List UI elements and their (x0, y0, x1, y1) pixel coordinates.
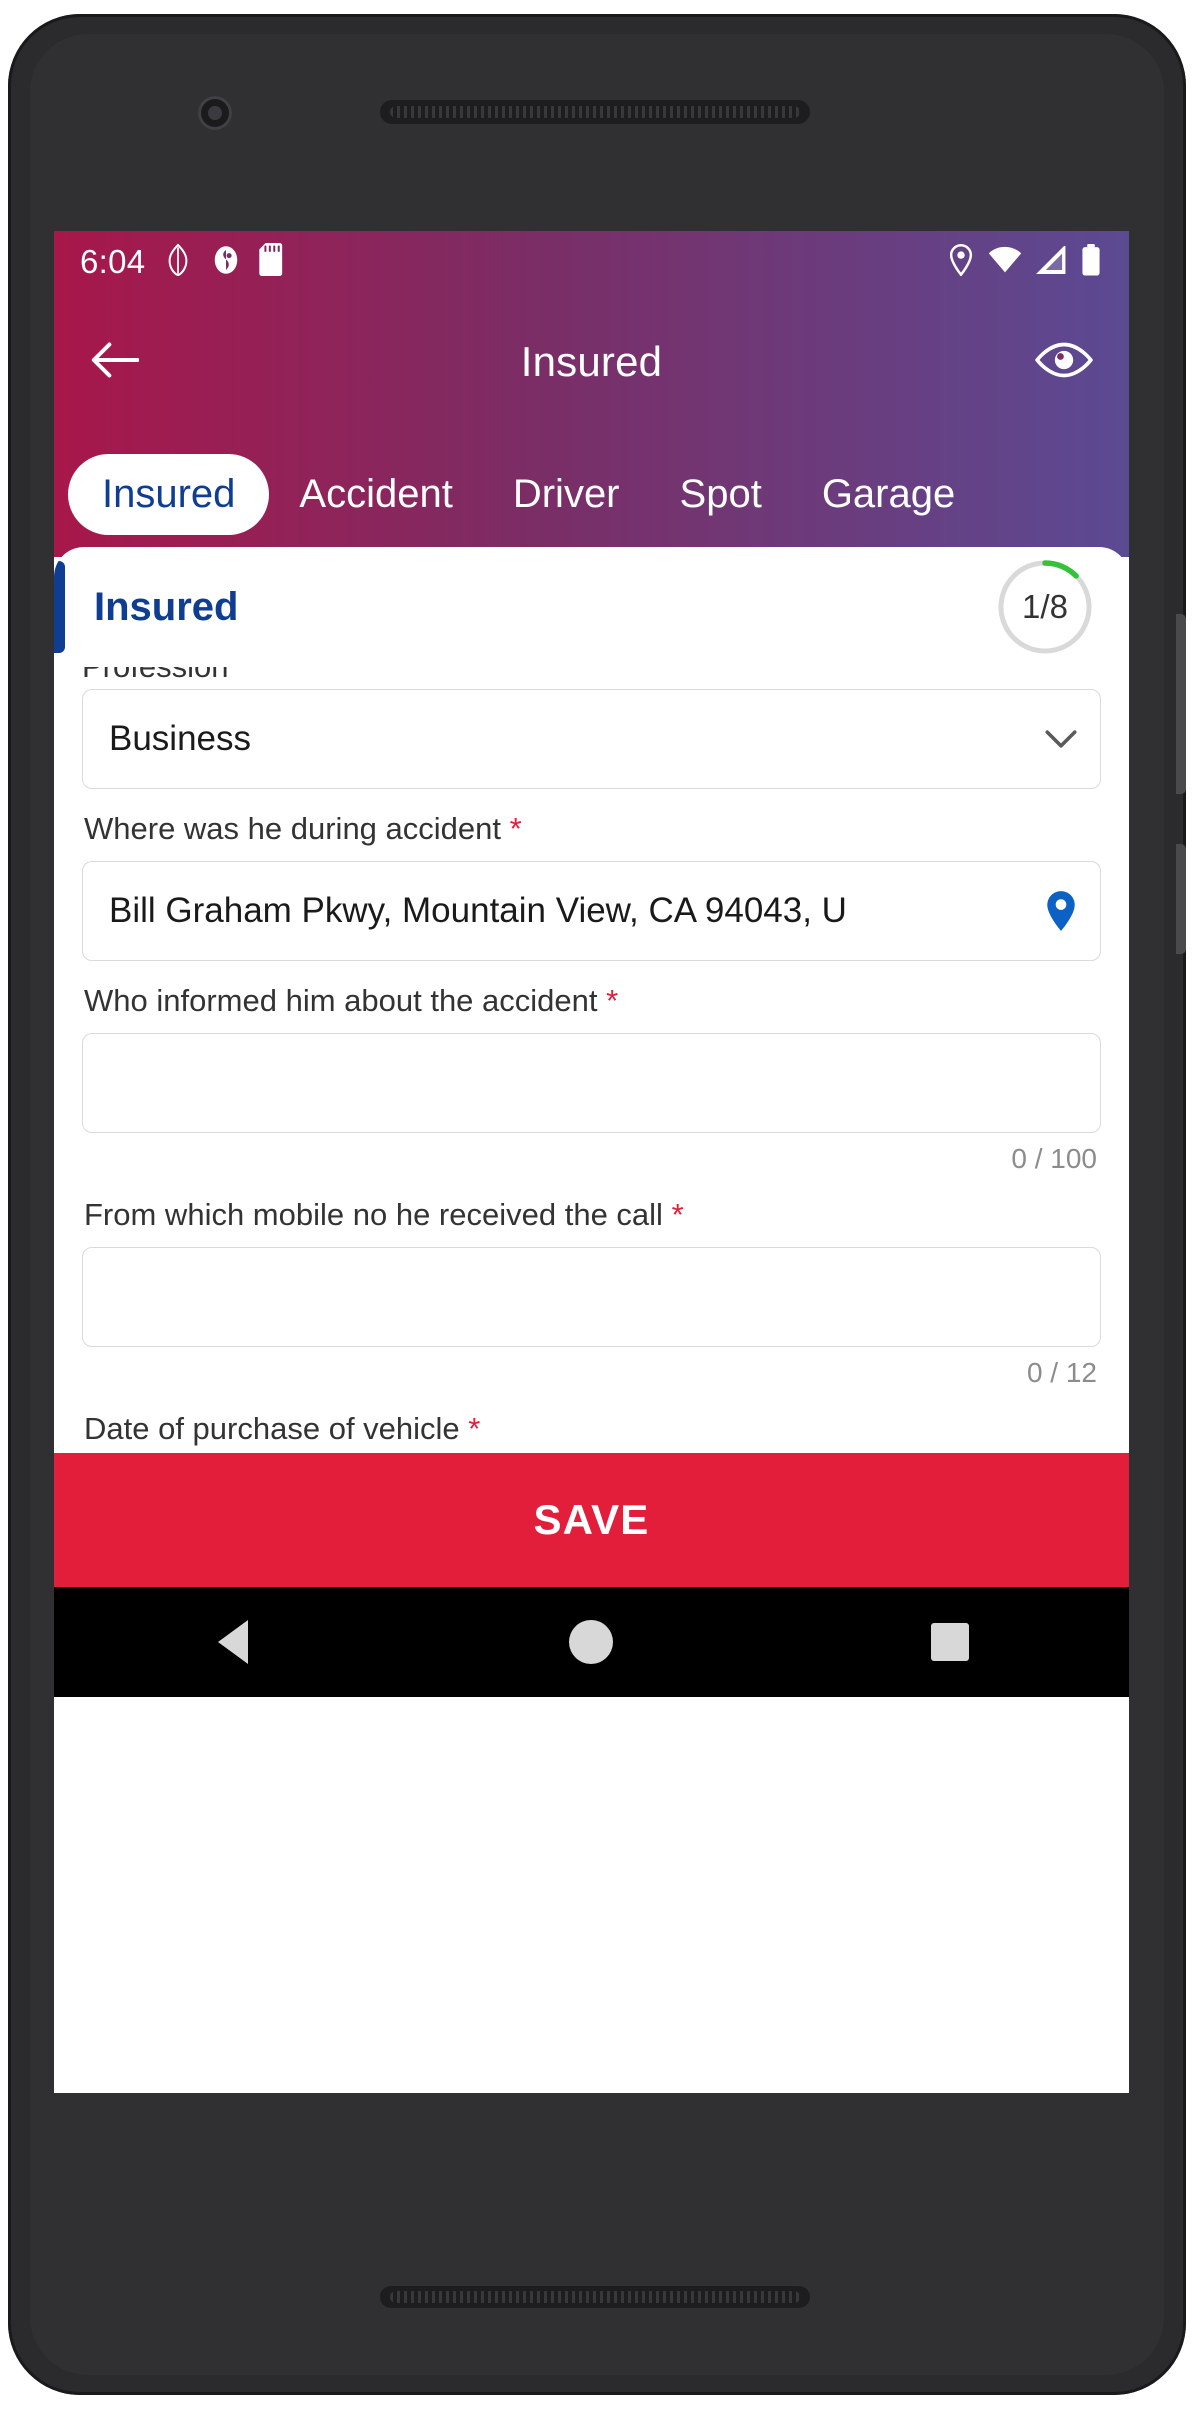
nav-home-icon (569, 1620, 614, 1664)
field-informer-mobile: From which mobile no he received the cal… (82, 1197, 1101, 1389)
preview-button[interactable] (1029, 327, 1099, 397)
save-button-label: SAVE (533, 1496, 650, 1543)
save-button[interactable]: SAVE (54, 1453, 1129, 1587)
android-nav-bar (54, 1587, 1129, 1697)
field-label-text: Where was he during accident (84, 811, 502, 846)
required-marker: * (671, 1197, 684, 1232)
accident-location-input[interactable]: Bill Graham Pkwy, Mountain View, CA 9404… (82, 861, 1101, 961)
app-bar: Insured (54, 293, 1129, 431)
progress-current: 1 (1022, 588, 1041, 625)
tab-spot[interactable]: Spot (650, 456, 792, 533)
chevron-down-icon[interactable] (1044, 728, 1078, 750)
phone-frame: 6:04 Insured Insured Accident Driver Spo… (0, 0, 1194, 2409)
location-icon (948, 243, 974, 281)
section-title: Insured (94, 584, 239, 629)
nav-recents-button[interactable] (905, 1597, 995, 1687)
status-bar-clock: 6:04 (80, 243, 146, 280)
field-label: From which mobile no he received the cal… (84, 1197, 1101, 1233)
leaf-icon (163, 243, 193, 282)
page-title: Insured (520, 338, 663, 385)
nav-recents-icon (930, 1623, 969, 1661)
section-header: Insured 1 / 8 (54, 547, 1129, 667)
field-label: Where was he during accident * (84, 811, 1101, 847)
bottom-speaker (380, 2286, 810, 2308)
field-label: Who informed him about the accident * (84, 983, 1101, 1019)
tab-label: Garage (821, 471, 956, 516)
phone-screen: 6:04 Insured Insured Accident Driver Spo… (54, 231, 1129, 2093)
required-marker: * (468, 1411, 481, 1446)
battery-icon (1081, 243, 1101, 281)
field-label-text: From which mobile no he received the cal… (84, 1197, 663, 1232)
required-marker: * (606, 983, 619, 1018)
progress-total: 8 (1049, 588, 1068, 625)
field-informer-name: Who informed him about the accident * 0 … (82, 983, 1101, 1175)
field-label-text: Date of purchase of vehicle (84, 1411, 460, 1446)
arrow-left-icon (91, 340, 140, 385)
content-card: Insured 1 / 8 Profe (54, 547, 1129, 1697)
nav-home-button[interactable] (546, 1597, 636, 1687)
earpiece-speaker (380, 100, 810, 124)
required-marker: * (509, 811, 522, 846)
tab-label: Spot (679, 471, 762, 516)
tab-label: Driver (512, 471, 620, 516)
nav-back-button[interactable] (188, 1597, 278, 1687)
tab-driver[interactable]: Driver (483, 456, 650, 533)
profession-value: Business (109, 719, 252, 758)
wifi-icon (988, 246, 1022, 279)
nav-back-icon (218, 1620, 249, 1664)
tab-strip[interactable]: Insured Accident Driver Spot Garage (54, 431, 1129, 557)
field-label-text: Who informed him about the accident (84, 983, 598, 1018)
accident-location-value: Bill Graham Pkwy, Mountain View, CA 9404… (109, 891, 847, 930)
status-bar: 6:04 (54, 231, 1129, 293)
progress-separator: / (1040, 588, 1050, 625)
back-button[interactable] (84, 331, 146, 393)
field-accident-location: Where was he during accident * Bill Grah… (82, 811, 1101, 961)
informer-mobile-counter: 0 / 12 (1026, 1357, 1097, 1388)
front-camera (198, 96, 232, 130)
tab-label: Insured (102, 471, 236, 516)
informer-name-counter: 0 / 100 (1011, 1143, 1097, 1174)
map-pin-icon[interactable] (1044, 890, 1078, 932)
eye-icon (1033, 340, 1095, 385)
volume-button[interactable] (1176, 614, 1186, 794)
tab-accident[interactable]: Accident (269, 456, 482, 533)
field-profession-label-clip: Profession (82, 667, 1101, 689)
field-label: Profession (82, 667, 228, 685)
cellular-signal-icon (1036, 244, 1067, 279)
status-bar-left: 6:04 (80, 243, 285, 282)
sd-card-icon (259, 243, 285, 281)
tab-label: Accident (299, 471, 453, 516)
do-not-disturb-icon (211, 243, 241, 282)
informer-mobile-input[interactable] (82, 1247, 1101, 1347)
progress-ring: 1 / 8 (995, 557, 1095, 657)
tab-insured[interactable]: Insured (68, 453, 270, 535)
profession-dropdown[interactable]: Business (82, 689, 1101, 789)
informer-name-input[interactable] (82, 1033, 1101, 1133)
tab-garage[interactable]: Garage (792, 456, 985, 533)
progress-label: 1 / 8 (995, 557, 1095, 657)
section-accent-bar (54, 561, 65, 653)
power-button[interactable] (1176, 844, 1186, 954)
status-bar-right (948, 243, 1101, 281)
field-profession: Profession Business (82, 667, 1101, 789)
field-label: Date of purchase of vehicle * (84, 1411, 1101, 1447)
